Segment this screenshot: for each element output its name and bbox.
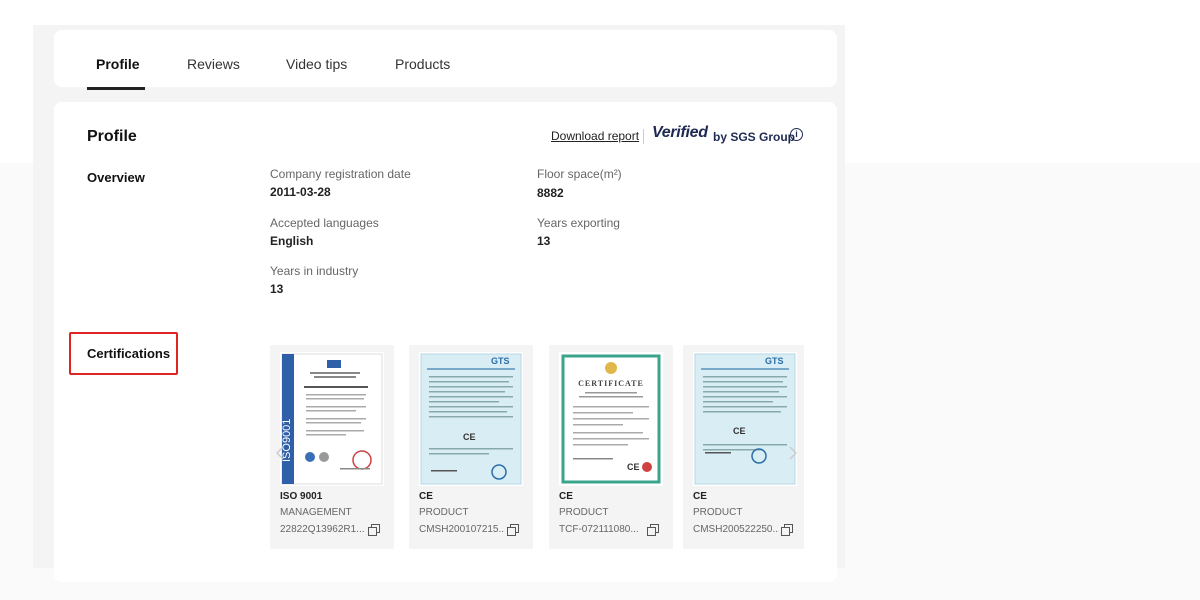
chevron-left-icon[interactable] (276, 446, 284, 460)
profile-title: Profile (87, 128, 137, 145)
supplier-profile-panel: Profile Reviews Video tips Products Prof… (33, 25, 845, 582)
certificate-type: PRODUCT (419, 507, 469, 518)
info-icon[interactable]: i (790, 128, 803, 141)
tab-reviews[interactable]: Reviews (187, 56, 240, 72)
certificate-id: CMSH200107215... (419, 524, 505, 535)
registration-date-value: 2011-03-28 (270, 185, 331, 199)
certificate-id: TCF-072111080... (559, 524, 639, 535)
svg-text:GTS: GTS (765, 356, 784, 366)
svg-text:CERTIFICATE: CERTIFICATE (578, 379, 644, 388)
certificate-name: CE (693, 491, 707, 502)
download-report-link[interactable]: Download report (551, 129, 639, 143)
svg-text:GTS: GTS (491, 356, 510, 366)
overview-label: Overview (87, 170, 145, 185)
certificate-card[interactable]: CERTIFICATE CE CE PRODUCT TCF-072111080.… (549, 345, 673, 549)
copy-icon[interactable] (781, 524, 793, 536)
certificate-name: CE (559, 491, 573, 502)
copy-icon[interactable] (647, 524, 659, 536)
divider (643, 129, 644, 144)
certificate-name: ISO 9001 (280, 491, 323, 502)
tab-products[interactable]: Products (395, 56, 450, 72)
certificate-name: CE (419, 491, 433, 502)
verified-by-label: by SGS Group (713, 130, 796, 144)
floor-space-value: 8882 (537, 186, 564, 200)
svg-text:CE: CE (463, 432, 476, 442)
certifications-label: Certifications (87, 346, 171, 361)
profile-card: Profile Download report Verified by SGS … (54, 102, 837, 582)
years-in-industry-value: 13 (270, 282, 284, 296)
years-in-industry-label: Years in industry (270, 264, 359, 278)
certificate-thumbnail: GTS CE (693, 352, 797, 486)
tab-bar: Profile Reviews Video tips Products (54, 30, 837, 90)
certificate-type: MANAGEMENT (280, 507, 352, 518)
active-tab-indicator (87, 87, 145, 90)
accepted-languages-label: Accepted languages (270, 216, 379, 230)
certificate-card[interactable]: GTS CE CE PRODUCT CMSH200107215... (409, 345, 533, 549)
certificate-card[interactable]: GTS CE CE PRODUCT CMSH200522250... (683, 345, 804, 549)
floor-space-label: Floor space(m²) (537, 167, 622, 181)
registration-date-label: Company registration date (270, 167, 411, 181)
years-exporting-label: Years exporting (537, 216, 620, 230)
certificate-thumbnail: ISO9001 (280, 352, 384, 486)
copy-icon[interactable] (368, 524, 380, 536)
tab-profile[interactable]: Profile (96, 56, 140, 72)
accepted-languages-value: English (270, 234, 314, 248)
certificate-thumbnail: CERTIFICATE CE (559, 352, 663, 486)
svg-text:CE: CE (733, 426, 746, 436)
certificate-card[interactable]: ISO9001 ISO 9001 MANAGEMENT 22822Q13962R… (270, 345, 394, 549)
certificate-id: CMSH200522250... (693, 524, 779, 535)
verified-logo: Verified (652, 124, 708, 141)
certificate-id: 22822Q13962R1... (280, 524, 365, 535)
chevron-right-icon[interactable] (789, 446, 797, 460)
years-exporting-value: 13 (537, 234, 551, 248)
svg-text:CE: CE (627, 462, 640, 472)
certificate-type: PRODUCT (693, 507, 743, 518)
copy-icon[interactable] (507, 524, 519, 536)
tab-video-tips[interactable]: Video tips (286, 56, 347, 72)
certificate-type: PRODUCT (559, 507, 609, 518)
certificate-thumbnail: GTS CE (419, 352, 523, 486)
